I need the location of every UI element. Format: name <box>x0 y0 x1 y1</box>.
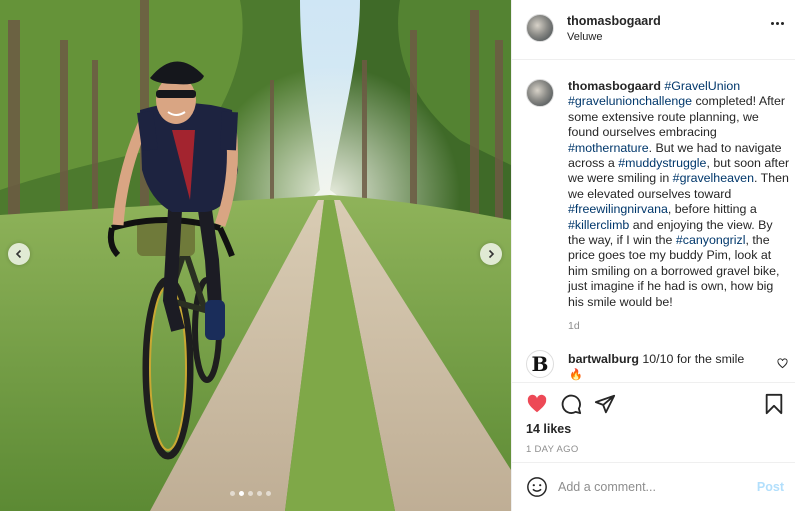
add-comment-bar: Post <box>512 462 795 511</box>
carousel-dot <box>266 491 271 496</box>
hashtag-link[interactable]: #killerclimb <box>568 218 629 232</box>
author-avatar[interactable] <box>526 14 554 42</box>
post-header: thomasbogaard Veluwe <box>512 0 795 60</box>
caption-author-avatar[interactable] <box>526 79 554 107</box>
comment-body: 10/10 for the smile <box>642 352 745 366</box>
comment-like-icon[interactable] <box>777 358 788 369</box>
comment-bubble-icon[interactable] <box>560 393 582 415</box>
bookmark-icon[interactable] <box>764 393 784 415</box>
post-actions: 14 likes 1 DAY AGO <box>512 382 795 462</box>
hashtag-link[interactable]: #gravelheaven <box>673 171 754 185</box>
more-options-icon[interactable] <box>771 22 784 25</box>
carousel-indicator <box>230 491 271 496</box>
carousel-next-button[interactable] <box>480 243 502 265</box>
hashtag-link[interactable]: #canyongrizl <box>676 233 746 247</box>
hashtag-link[interactable]: #freewilingnirvana <box>568 202 668 216</box>
commenter-username[interactable]: bartwalburg <box>568 352 639 366</box>
hashtag-link[interactable]: #muddystruggle <box>618 156 706 170</box>
post-location[interactable]: Veluwe <box>567 31 602 43</box>
chevron-left-icon <box>15 249 22 259</box>
heart-filled-icon[interactable] <box>526 393 548 415</box>
caption-username[interactable]: thomasbogaard <box>568 79 661 93</box>
comment-text: bartwalburg 10/10 for the smile <box>568 352 744 366</box>
carousel-dot <box>257 491 262 496</box>
caption-text: #GravelUnion #gravelunionchallenge compl… <box>568 79 789 309</box>
post-timestamp[interactable]: 1 DAY AGO <box>526 444 579 455</box>
chevron-right-icon <box>488 249 495 259</box>
cyclist-photo <box>0 0 511 511</box>
post-photo <box>0 0 511 511</box>
paper-plane-icon[interactable] <box>594 393 616 415</box>
caption-segment: , before hitting a <box>667 202 757 217</box>
fire-emoji: 🔥 <box>569 369 583 381</box>
hashtag-link[interactable]: #GravelUnion <box>664 79 740 93</box>
smiley-icon[interactable] <box>526 476 548 498</box>
hashtag-link[interactable]: #gravelunionchallenge <box>568 94 692 108</box>
carousel-dot <box>230 491 235 496</box>
likes-count[interactable]: 14 likes <box>526 422 571 436</box>
author-username[interactable]: thomasbogaard <box>567 14 661 28</box>
comment-input[interactable] <box>558 477 738 497</box>
hashtag-link[interactable]: #mothernature <box>568 141 649 155</box>
carousel-dot <box>239 491 244 496</box>
post-comment-button[interactable]: Post <box>757 480 784 494</box>
post-details-panel: thomasbogaard Veluwe thomasbogaard #Grav… <box>511 0 795 511</box>
commenter-avatar[interactable]: B <box>526 350 554 378</box>
carousel-dot <box>248 491 253 496</box>
caption-timestamp[interactable]: 1d <box>568 320 580 332</box>
post-caption: thomasbogaard #GravelUnion #gravelunionc… <box>568 79 790 310</box>
caption-section: thomasbogaard #GravelUnion #gravelunionc… <box>512 60 795 382</box>
carousel-prev-button[interactable] <box>8 243 30 265</box>
comment-item: B bartwalburg 10/10 for the smile 🔥 <box>512 350 795 382</box>
